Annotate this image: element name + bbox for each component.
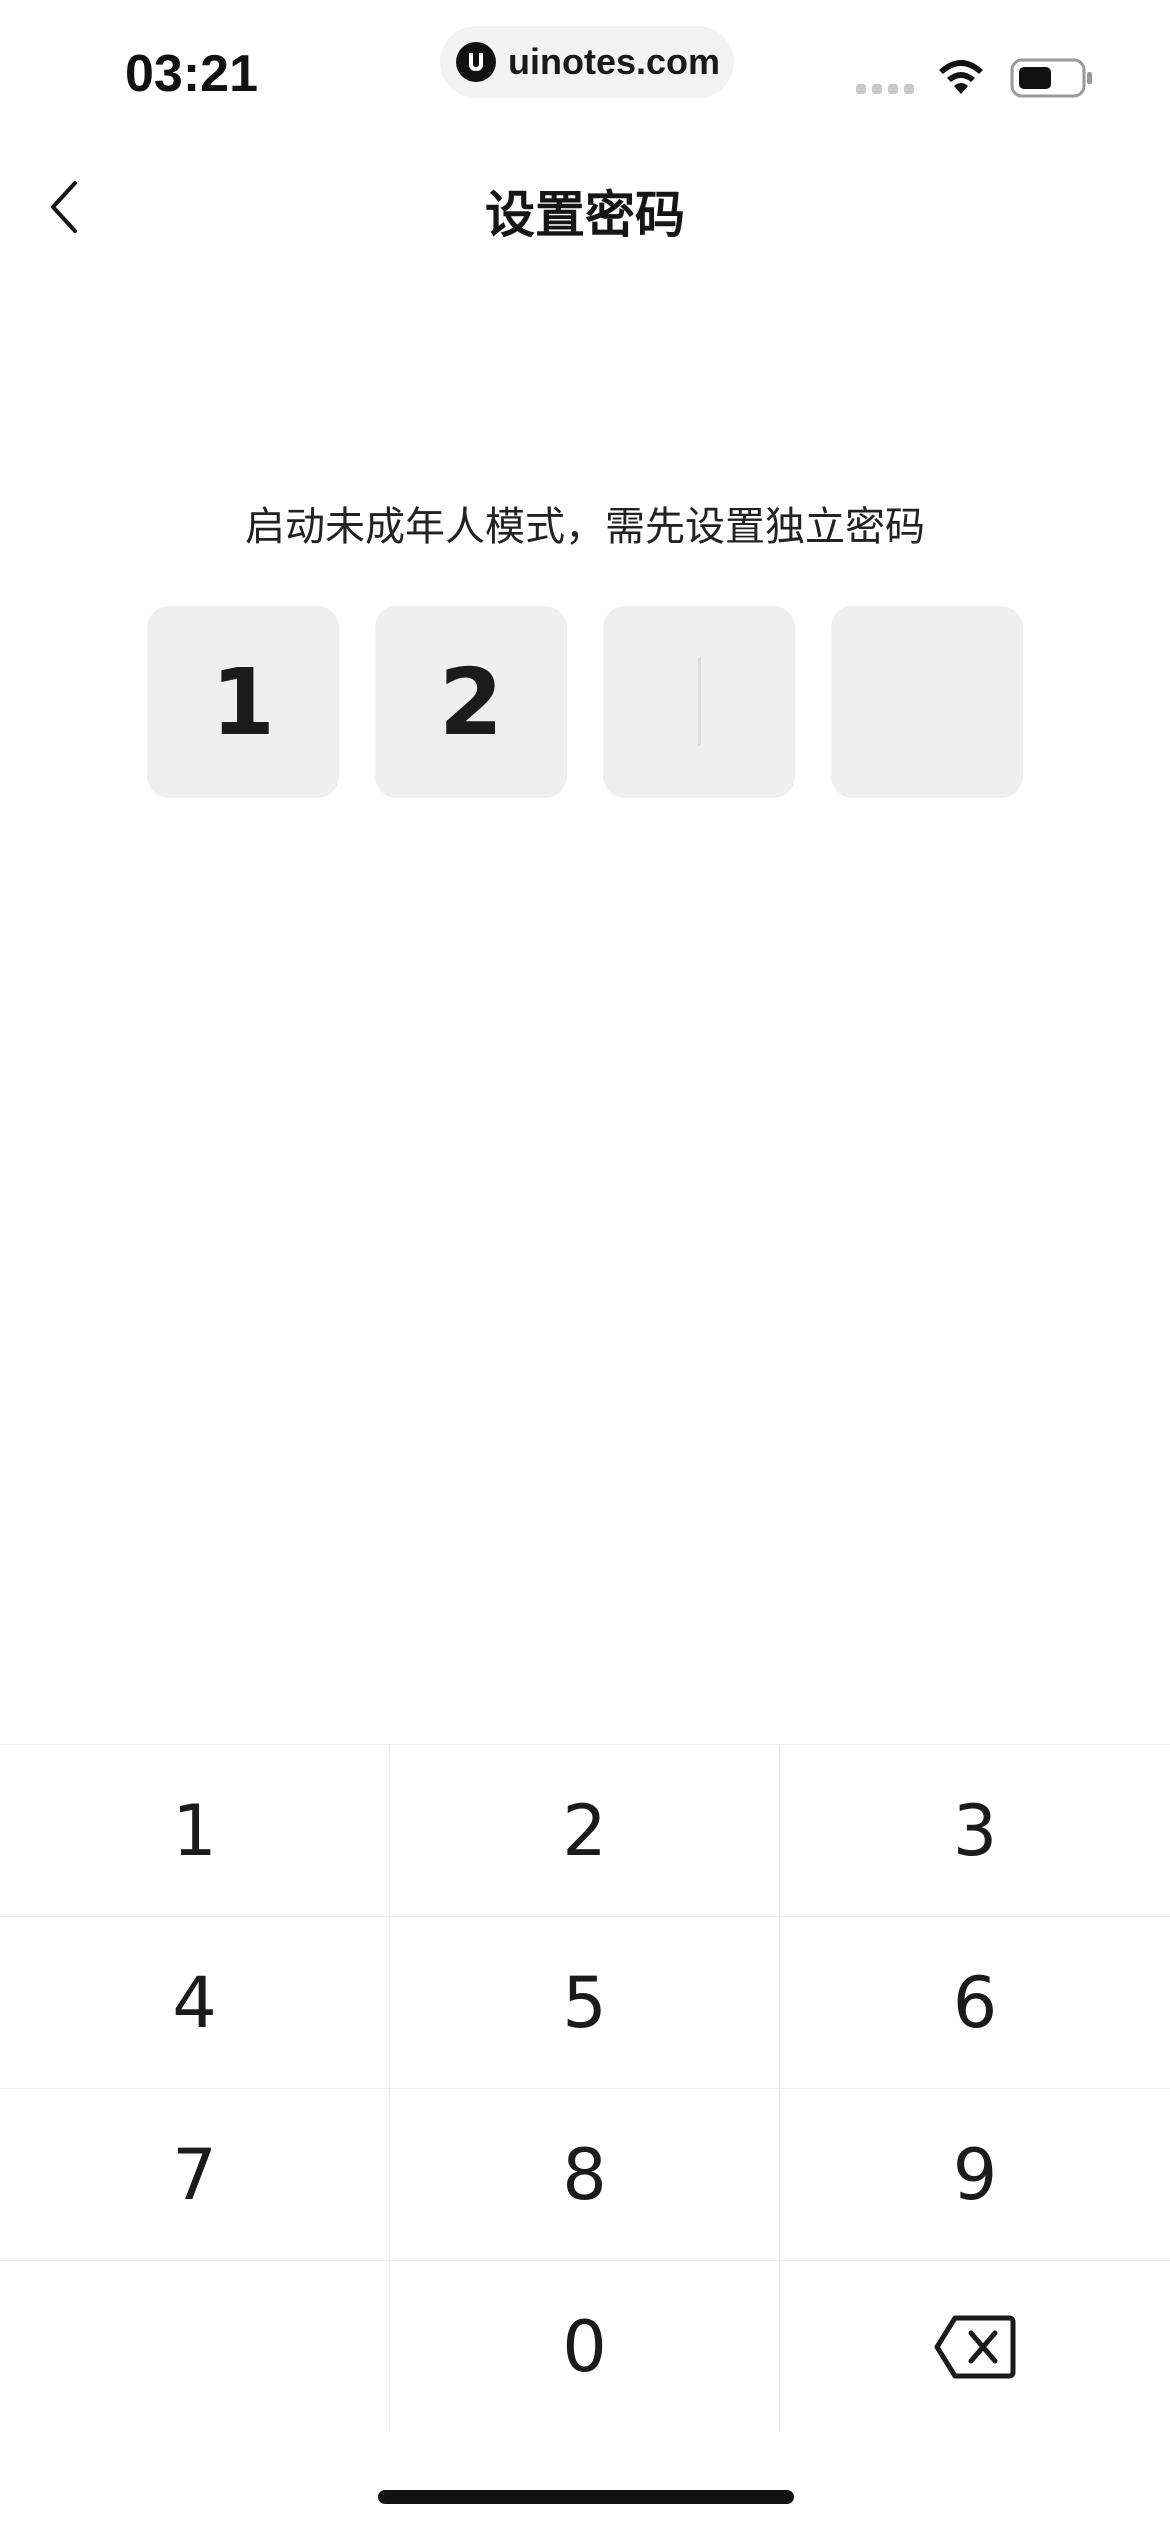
prompt-text: 启动未成年人模式，需先设置独立密码 (245, 504, 925, 550)
key-9[interactable]: 9 (780, 2089, 1170, 2261)
pin-digit-1[interactable]: 1 (147, 606, 339, 798)
key-0[interactable]: 0 (390, 2261, 780, 2433)
page-title: 设置密码 (485, 186, 685, 244)
battery-icon (1010, 58, 1094, 102)
key-7[interactable]: 7 (0, 2089, 390, 2261)
key-4[interactable]: 4 (0, 1917, 390, 2089)
url-pill[interactable]: uinotes.com (440, 26, 734, 98)
pin-digit-4[interactable] (831, 606, 1023, 798)
backspace-icon (934, 2315, 1016, 2379)
uinotes-logo-icon (456, 42, 496, 82)
key-1[interactable]: 1 (0, 1745, 390, 1917)
pin-digit-3[interactable] (603, 606, 795, 798)
home-indicator[interactable] (378, 2490, 794, 2504)
status-bar: 03:21 uinotes.com (0, 0, 1170, 150)
pin-input[interactable]: 1 2 (147, 606, 1023, 798)
wifi-icon (935, 56, 987, 100)
key-5[interactable]: 5 (390, 1917, 780, 2089)
delete-button[interactable] (780, 2261, 1170, 2433)
key-6[interactable]: 6 (780, 1917, 1170, 2089)
key-empty (0, 2261, 390, 2433)
numeric-keypad: 1 2 3 4 5 6 7 8 9 0 (0, 1744, 1170, 2433)
key-3[interactable]: 3 (780, 1745, 1170, 1917)
text-cursor (697, 658, 701, 746)
signal-icon (856, 84, 914, 94)
status-time: 03:21 (125, 45, 258, 103)
key-8[interactable]: 8 (390, 2089, 780, 2261)
url-text: uinotes.com (508, 41, 721, 82)
pin-digit-2[interactable]: 2 (375, 606, 567, 798)
key-2[interactable]: 2 (390, 1745, 780, 1917)
